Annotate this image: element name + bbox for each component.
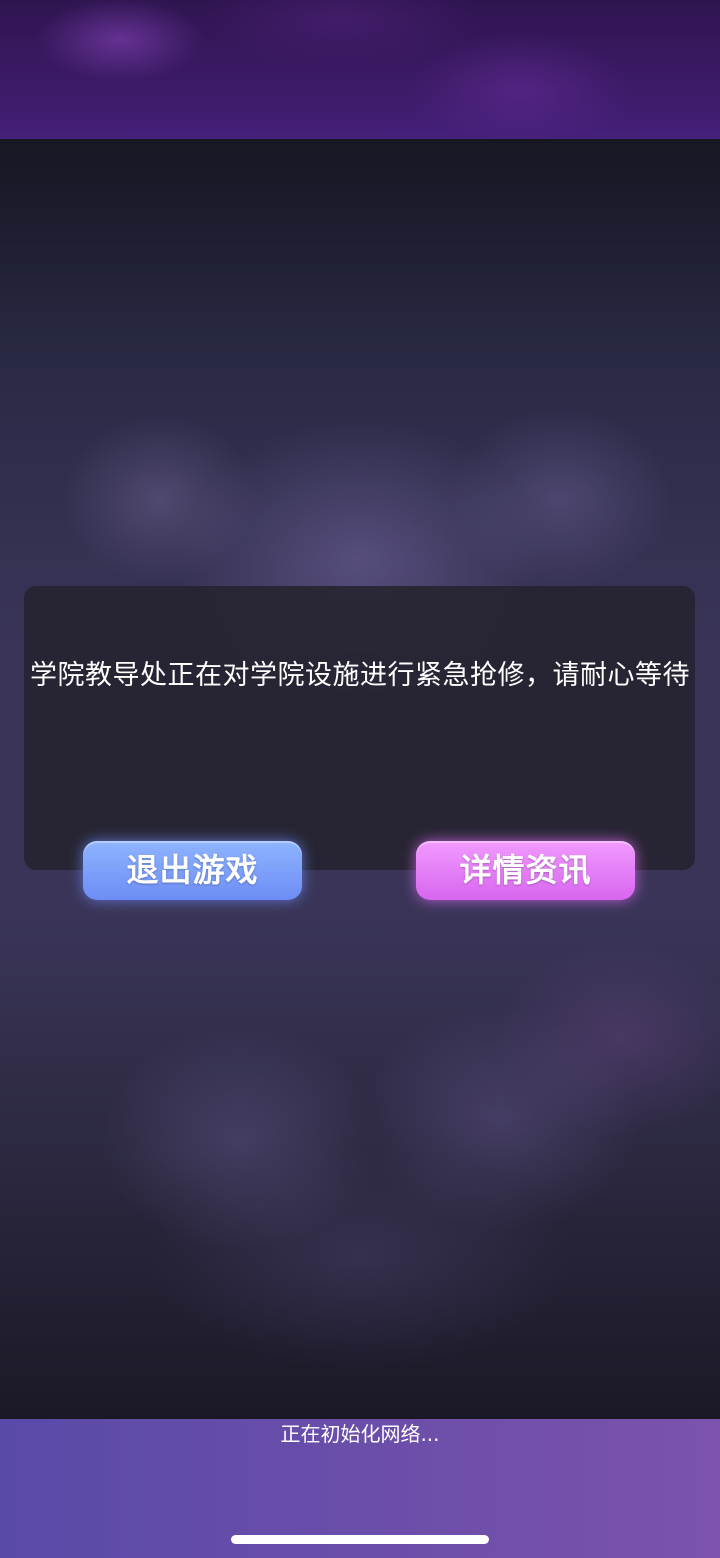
- top-background-art: [0, 0, 720, 139]
- loading-status-text: 正在初始化网络...: [280, 1422, 440, 1446]
- maintenance-dialog: [24, 586, 695, 870]
- details-info-button[interactable]: 详情资讯: [416, 841, 635, 900]
- home-indicator[interactable]: [231, 1535, 489, 1544]
- exit-game-button[interactable]: 退出游戏: [83, 841, 302, 900]
- maintenance-message: 学院教导处正在对学院设施进行紧急抢修，请耐心等待: [30, 660, 690, 691]
- game-screen: 学院教导处正在对学院设施进行紧急抢修，请耐心等待 退出游戏 详情资讯 正在初始化…: [0, 0, 720, 1558]
